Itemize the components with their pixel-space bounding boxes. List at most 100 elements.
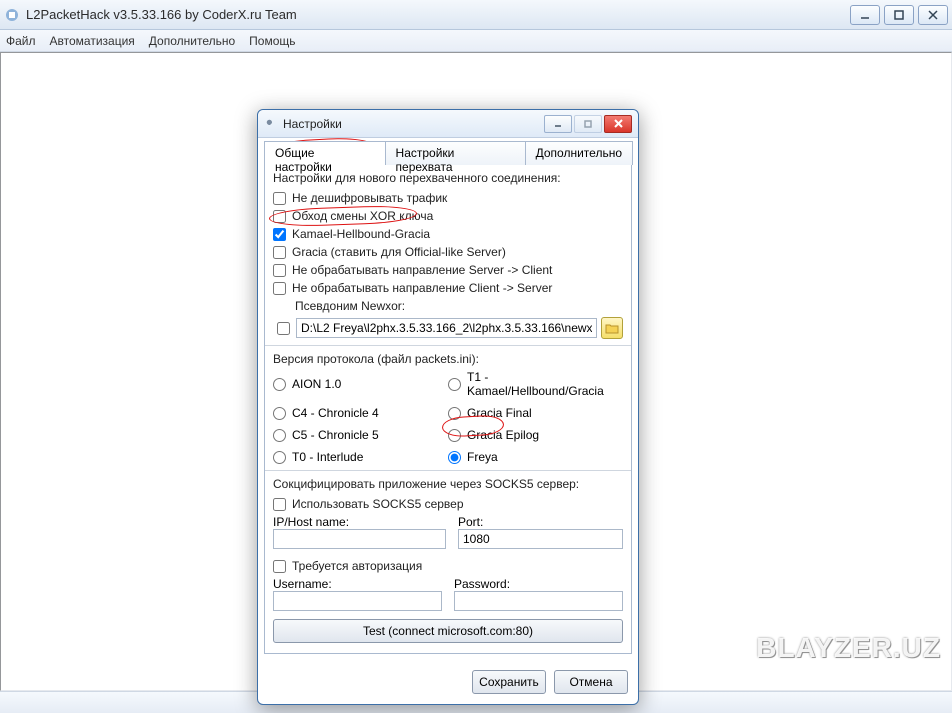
chk-gracia-label: Gracia (ставить для Official-like Server… <box>292 245 506 259</box>
chk-gracia-input[interactable] <box>273 246 286 259</box>
main-minimize-button[interactable] <box>850 5 880 25</box>
chk-kamael-label: Kamael-Hellbound-Gracia <box>292 227 430 241</box>
radio-freya-input[interactable] <box>448 451 461 464</box>
settings-dialog: Настройки Общие настройки Настройки пере… <box>257 109 639 705</box>
proto-radio-group: AION 1.0 T1 - Kamael/Hellbound/Gracia C4… <box>273 370 623 464</box>
tab-capture[interactable]: Настройки перехвата <box>385 141 526 165</box>
radio-gfinal-label: Gracia Final <box>467 406 532 420</box>
tab-general[interactable]: Общие настройки <box>264 141 386 165</box>
radio-freya-label: Freya <box>467 450 498 464</box>
section-proto-label: Версия протокола (файл packets.ini): <box>273 352 623 366</box>
chk-auth[interactable]: Требуется авторизация <box>273 557 623 575</box>
port-label: Port: <box>458 515 623 529</box>
pass-field: Password: <box>454 577 623 611</box>
user-field: Username: <box>273 577 442 611</box>
radio-t0-input[interactable] <box>273 451 286 464</box>
radio-t1-input[interactable] <box>448 378 461 391</box>
main-window-controls <box>846 5 948 25</box>
chk-kamael[interactable]: Kamael-Hellbound-Gracia <box>273 225 623 243</box>
radio-c4[interactable]: C4 - Chronicle 4 <box>273 406 448 420</box>
radio-gep-label: Gracia Epilog <box>467 428 539 442</box>
newxor-path-row <box>273 317 623 339</box>
dialog-footer: Сохранить Отмена <box>258 662 638 704</box>
menu-automation[interactable]: Автоматизация <box>50 34 135 48</box>
wrench-icon <box>264 117 278 131</box>
main-title: L2PacketHack v3.5.33.166 by CoderX.ru Te… <box>26 7 846 22</box>
test-button[interactable]: Test (connect microsoft.com:80) <box>273 619 623 643</box>
main-maximize-button[interactable] <box>884 5 914 25</box>
tab-panel-general: Настройки для нового перехваченного соед… <box>264 164 632 654</box>
chk-kamael-input[interactable] <box>273 228 286 241</box>
radio-c4-input[interactable] <box>273 407 286 420</box>
radio-freya[interactable]: Freya <box>448 450 623 464</box>
dialog-minimize-button[interactable] <box>544 115 572 133</box>
chk-no-decrypt-input[interactable] <box>273 192 286 205</box>
pass-input[interactable] <box>454 591 623 611</box>
ip-label: IP/Host name: <box>273 515 446 529</box>
chk-use-socks-label: Использовать SOCKS5 сервер <box>292 497 464 511</box>
main-window: L2PacketHack v3.5.33.166 by CoderX.ru Te… <box>0 0 952 713</box>
dialog-window-controls <box>544 115 632 133</box>
close-icon <box>613 118 624 129</box>
port-field: Port: <box>458 515 623 549</box>
chk-use-socks-input[interactable] <box>273 498 286 511</box>
maximize-icon <box>583 119 593 129</box>
radio-t0-label: T0 - Interlude <box>292 450 363 464</box>
chk-xor-bypass-input[interactable] <box>273 210 286 223</box>
chk-no-c2s[interactable]: Не обрабатывать направление Client -> Se… <box>273 279 623 297</box>
app-icon <box>4 7 20 23</box>
radio-gep-input[interactable] <box>448 429 461 442</box>
radio-aion[interactable]: AION 1.0 <box>273 370 448 398</box>
chk-no-c2s-input[interactable] <box>273 282 286 295</box>
radio-gep[interactable]: Gracia Epilog <box>448 428 623 442</box>
radio-t0[interactable]: T0 - Interlude <box>273 450 448 464</box>
dialog-close-button[interactable] <box>604 115 632 133</box>
radio-aion-input[interactable] <box>273 378 286 391</box>
chk-gracia[interactable]: Gracia (ставить для Official-like Server… <box>273 243 623 261</box>
port-input[interactable] <box>458 529 623 549</box>
chk-no-decrypt[interactable]: Не дешифровывать трафик <box>273 189 623 207</box>
radio-c5[interactable]: C5 - Chronicle 5 <box>273 428 448 442</box>
chk-no-decrypt-label: Не дешифровывать трафик <box>292 191 447 205</box>
main-titlebar[interactable]: L2PacketHack v3.5.33.166 by CoderX.ru Te… <box>0 0 952 30</box>
tabs-bar: Общие настройки Настройки перехвата Допо… <box>264 140 632 164</box>
tab-extra[interactable]: Дополнительно <box>525 141 633 165</box>
dialog-title: Настройки <box>283 117 544 131</box>
radio-gfinal-input[interactable] <box>448 407 461 420</box>
chk-no-s2c-input[interactable] <box>273 264 286 277</box>
chk-newxor-enable[interactable] <box>277 322 290 335</box>
main-close-button[interactable] <box>918 5 948 25</box>
radio-t1-label: T1 - Kamael/Hellbound/Gracia <box>467 370 623 398</box>
newxor-path-input[interactable] <box>296 318 597 338</box>
user-input[interactable] <box>273 591 442 611</box>
chk-xor-bypass[interactable]: Обход смены XOR ключа <box>273 207 623 225</box>
save-button[interactable]: Сохранить <box>472 670 546 694</box>
ip-field: IP/Host name: <box>273 515 446 549</box>
chk-no-s2c-label: Не обрабатывать направление Server -> Cl… <box>292 263 552 277</box>
chk-no-s2c[interactable]: Не обрабатывать направление Server -> Cl… <box>273 261 623 279</box>
divider <box>265 345 631 346</box>
chk-use-socks[interactable]: Использовать SOCKS5 сервер <box>273 495 623 513</box>
radio-c5-label: C5 - Chronicle 5 <box>292 428 379 442</box>
newxor-label: Псевдоним Newxor: <box>273 299 623 313</box>
maximize-icon <box>894 10 904 20</box>
cancel-button[interactable]: Отмена <box>554 670 628 694</box>
menubar: Файл Автоматизация Дополнительно Помощь <box>0 30 952 52</box>
dialog-maximize-button[interactable] <box>574 115 602 133</box>
browse-button[interactable] <box>601 317 623 339</box>
ip-input[interactable] <box>273 529 446 549</box>
dialog-body: Общие настройки Настройки перехвата Допо… <box>258 138 638 662</box>
radio-gfinal[interactable]: Gracia Final <box>448 406 623 420</box>
chk-auth-input[interactable] <box>273 560 286 573</box>
radio-c5-input[interactable] <box>273 429 286 442</box>
section-socks-label: Сокцифицировать приложение через SOCKS5 … <box>273 477 623 491</box>
radio-t1[interactable]: T1 - Kamael/Hellbound/Gracia <box>448 370 623 398</box>
user-label: Username: <box>273 577 442 591</box>
divider <box>265 470 631 471</box>
menu-help[interactable]: Помощь <box>249 34 295 48</box>
chk-no-c2s-label: Не обрабатывать направление Client -> Se… <box>292 281 552 295</box>
minimize-icon <box>860 10 870 20</box>
menu-extra[interactable]: Дополнительно <box>149 34 235 48</box>
dialog-titlebar[interactable]: Настройки <box>258 110 638 138</box>
menu-file[interactable]: Файл <box>6 34 36 48</box>
